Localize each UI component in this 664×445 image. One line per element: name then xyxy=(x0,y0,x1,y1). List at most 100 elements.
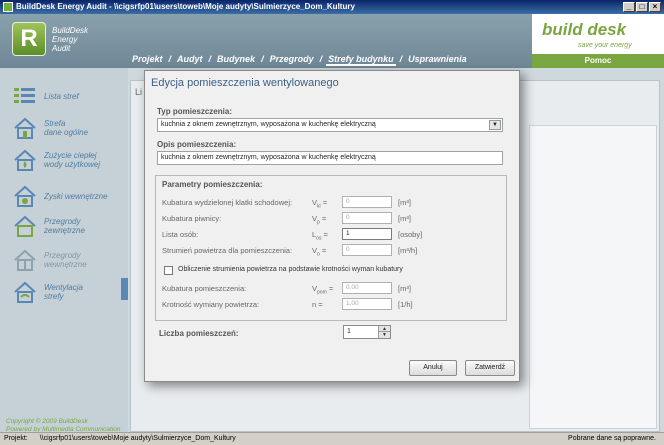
help-button[interactable]: Pomoc xyxy=(532,54,664,68)
sidebar-item-label: Zyski wewnętrzne xyxy=(44,191,108,201)
param-label: Kubatura piwnicy: xyxy=(162,214,222,223)
sidebar-item-label: Lista stref xyxy=(44,91,79,101)
house-icon xyxy=(12,116,38,140)
sidebar-item-label: Wentylacja strefy xyxy=(44,283,83,301)
sidebar-item-label: Zużycie ciepłej wody użytkowej xyxy=(44,151,101,169)
window-controls: _ □ × xyxy=(623,2,661,12)
param-unit: [1/h] xyxy=(398,300,413,309)
window-titlebar: BuildDesk Energy Audit - \\cigsrfp01\use… xyxy=(0,0,664,14)
dialog-title: Edycja pomieszczenia wentylowanego xyxy=(151,77,339,89)
room-desc-label: Opis pomieszczenia: xyxy=(157,140,237,149)
nav-przegrody[interactable]: Przegrody xyxy=(268,54,316,66)
status-bar: Projekt: \\cigsrfp01\users\toweb\Moje au… xyxy=(0,432,664,445)
param-label: Strumień powietrza dla pomieszczenia: xyxy=(162,246,293,255)
sidebar-item-wentylacja[interactable]: Wentylacja strefy xyxy=(12,280,83,304)
room-type-select[interactable]: kuchnia z oknem zewnętrznym, wyposażona … xyxy=(157,118,503,132)
cancel-button[interactable]: Anuluj xyxy=(409,360,457,376)
nav-separator: / xyxy=(208,54,212,64)
room-type-label: Typ pomieszczenia: xyxy=(157,107,232,116)
ventilation-icon xyxy=(12,280,38,304)
stepper-down-icon[interactable]: ▼ xyxy=(378,332,390,338)
sidebar-item-przegrody-zew[interactable]: Przegrody zewnętrzne xyxy=(12,214,85,238)
gains-house-icon xyxy=(12,184,38,208)
room-params-group: Parametry pomieszczenia: Kubatura wydzie… xyxy=(155,175,507,321)
param-symbol: Vkl = xyxy=(312,198,328,210)
window-title: BuildDesk Energy Audit - \\cigsrfp01\use… xyxy=(16,2,355,11)
param-unit: [m³] xyxy=(398,198,411,207)
room-count-stepper[interactable]: 1 ▲ ▼ xyxy=(343,325,391,339)
content-panel xyxy=(529,125,657,429)
param-label: Kubatura pomieszczenia: xyxy=(162,284,247,293)
app-icon xyxy=(3,2,13,12)
edit-room-dialog: Edycja pomieszczenia wentylowanego Typ p… xyxy=(144,70,520,382)
air-exchange-checkbox[interactable] xyxy=(164,266,173,275)
close-button[interactable]: × xyxy=(649,2,661,12)
external-wall-icon xyxy=(12,214,38,238)
status-path: \\cigsrfp01\users\toweb\Moje audyty\Sulm… xyxy=(39,435,236,442)
logo-icon: R xyxy=(12,22,46,56)
room-type-value: kuchnia z oknem zewnętrznym, wyposażona … xyxy=(161,121,376,128)
sidebar-item-label: Strefa dane ogólne xyxy=(44,119,89,137)
nav-separator: / xyxy=(319,54,323,64)
nav-strefy-budynku[interactable]: Strefy budynku xyxy=(326,54,396,66)
v-kl-input[interactable]: 0 xyxy=(342,196,392,208)
param-symbol: Vpom = xyxy=(312,284,334,296)
room-count-value: 1 xyxy=(347,328,351,335)
copyright-line1: Copyright © 2009 BuildDesk xyxy=(6,418,88,425)
param-symbol: Vo = xyxy=(312,246,327,258)
nav-audyt[interactable]: Audyt xyxy=(175,54,205,66)
nav-separator: / xyxy=(261,54,264,64)
sidebar-item-zuzycie-cwu[interactable]: Zużycie ciepłej wody użytkowej xyxy=(12,148,100,172)
sidebar-item-lista-stref[interactable]: Lista stref xyxy=(12,84,79,108)
sidebar-item-label: Przegrody wewnętrzne xyxy=(44,251,87,269)
l-os-input[interactable]: 1 xyxy=(342,228,392,240)
nav-separator: / xyxy=(168,54,172,64)
param-label: Lista osób: xyxy=(162,230,199,239)
app-logo: R BuildDesk Energy Audit xyxy=(12,22,112,62)
sidebar-item-zyski[interactable]: Zyski wewnętrzne xyxy=(12,184,108,208)
n-input[interactable]: 1.00 xyxy=(342,298,392,310)
nav-projekt[interactable]: Projekt xyxy=(130,54,165,66)
logo-line3: Audit xyxy=(52,44,71,53)
sidebar-item-przegrody-wew[interactable]: Przegrody wewnętrzne xyxy=(12,248,87,272)
nav-separator: / xyxy=(399,54,403,64)
v-o-input[interactable]: 0 xyxy=(342,244,392,256)
app-header: R BuildDesk Energy Audit Projekt / Audyt… xyxy=(0,14,664,68)
v-p-input[interactable]: 0 xyxy=(342,212,392,224)
brand-name: build desk xyxy=(542,20,627,39)
room-desc-input[interactable]: kuchnia z oknem zewnętrznym, wyposażona … xyxy=(157,151,503,165)
params-title: Parametry pomieszczenia: xyxy=(162,180,263,189)
param-symbol: Vp = xyxy=(312,214,327,226)
brand-tagline: save your energy xyxy=(578,42,632,49)
active-indicator xyxy=(121,278,128,300)
param-symbol: n = xyxy=(312,300,323,309)
list-icon xyxy=(12,84,38,108)
param-unit: [m³] xyxy=(398,214,411,223)
param-unit: [m³/h] xyxy=(398,246,418,255)
status-message: Pobrane dane są poprawne. xyxy=(568,435,656,442)
air-exchange-checkbox-label: Obliczenie strumienia powietrza na podst… xyxy=(178,266,403,273)
confirm-button[interactable]: Zatwierdź xyxy=(465,360,515,376)
chevron-down-icon[interactable]: ▼ xyxy=(489,120,501,130)
sidebar: Lista stref Strefa dane ogólne Zużycie c… xyxy=(0,68,128,433)
param-unit: [osoby] xyxy=(398,230,423,239)
water-house-icon xyxy=(12,148,38,172)
v-pom-input[interactable]: 0.00 xyxy=(342,282,392,294)
main-nav: Projekt / Audyt / Budynek / Przegrody / … xyxy=(130,54,469,66)
logo-line1: BuildDesk xyxy=(52,26,89,35)
logo-line2: Energy xyxy=(52,35,78,44)
param-label: Kubatura wydzielonej klatki schodowej: xyxy=(162,198,293,207)
nav-budynek[interactable]: Budynek xyxy=(215,54,257,66)
sidebar-item-label: Przegrody zewnętrzne xyxy=(44,217,85,235)
sidebar-item-strefa-dane[interactable]: Strefa dane ogólne xyxy=(12,116,88,140)
content-label: Li xyxy=(135,87,143,97)
maximize-button[interactable]: □ xyxy=(636,2,648,12)
status-prefix: Projekt: xyxy=(4,435,28,442)
nav-usprawnienia[interactable]: Usprawnienia xyxy=(406,54,469,66)
internal-wall-icon xyxy=(12,248,38,272)
param-label: Krotność wymiany powietrza: xyxy=(162,300,260,309)
room-count-label: Liczba pomieszczeń: xyxy=(159,329,239,338)
brand-logo: build desk save your energy xyxy=(532,14,664,54)
param-symbol: Los = xyxy=(312,230,328,242)
minimize-button[interactable]: _ xyxy=(623,2,635,12)
